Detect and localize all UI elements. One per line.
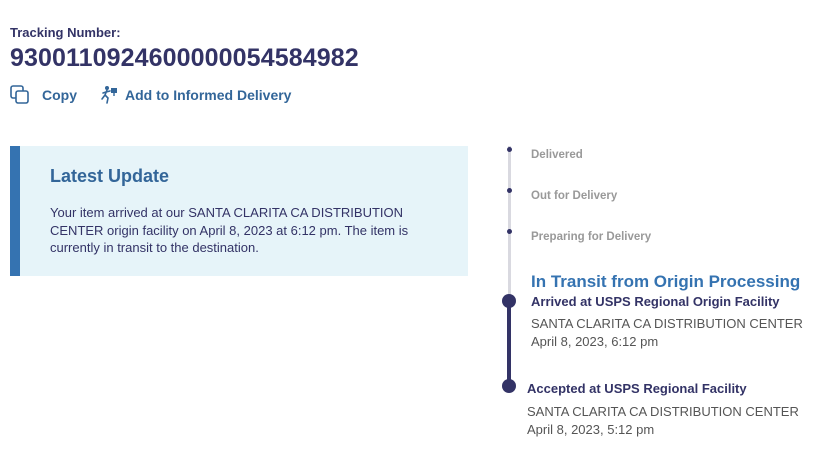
event-location: SANTA CLARITA CA DISTRIBUTION CENTER — [527, 404, 799, 419]
current-status-title: In Transit from Origin Processing — [531, 272, 801, 291]
copy-label: Copy — [42, 87, 77, 103]
timeline-dot — [507, 147, 512, 152]
timeline-step-out-for-delivery: Out for Delivery — [531, 190, 618, 202]
timeline-dot-current — [502, 294, 516, 308]
timeline-dot-accepted — [502, 379, 516, 393]
timeline-step-delivered: Delivered — [531, 149, 583, 161]
copy-icon — [10, 85, 30, 105]
timeline-dot — [507, 188, 512, 193]
event-datetime: April 8, 2023, 6:12 pm — [531, 334, 659, 349]
timeline-rail-upcoming — [508, 146, 511, 296]
latest-update-text: Your item arrived at our SANTA CLARITA C… — [50, 205, 409, 255]
tracking-number: 9300110924600000054584982 — [10, 44, 359, 72]
event-title: Accepted at USPS Regional Facility — [527, 381, 747, 396]
latest-update-card: Latest Update Your item arrived at our S… — [10, 146, 468, 276]
latest-update-title: Latest Update — [50, 166, 170, 186]
add-informed-delivery-button[interactable]: Add to Informed Delivery — [99, 85, 291, 105]
informed-delivery-label: Add to Informed Delivery — [125, 87, 292, 103]
timeline-step-preparing: Preparing for Delivery — [531, 231, 652, 243]
timeline-dot — [507, 229, 512, 234]
event-datetime: April 8, 2023, 5:12 pm — [527, 422, 655, 437]
tracking-actions: Copy Add to Informed Delivery — [10, 85, 291, 105]
informed-delivery-icon — [99, 85, 119, 105]
event-location: SANTA CLARITA CA DISTRIBUTION CENTER — [531, 316, 803, 331]
copy-button[interactable]: Copy — [10, 85, 77, 105]
timeline-rail-completed — [507, 300, 511, 386]
tracking-number-label: Tracking Number: — [10, 25, 121, 40]
event-title: Arrived at USPS Regional Origin Facility — [531, 294, 780, 309]
